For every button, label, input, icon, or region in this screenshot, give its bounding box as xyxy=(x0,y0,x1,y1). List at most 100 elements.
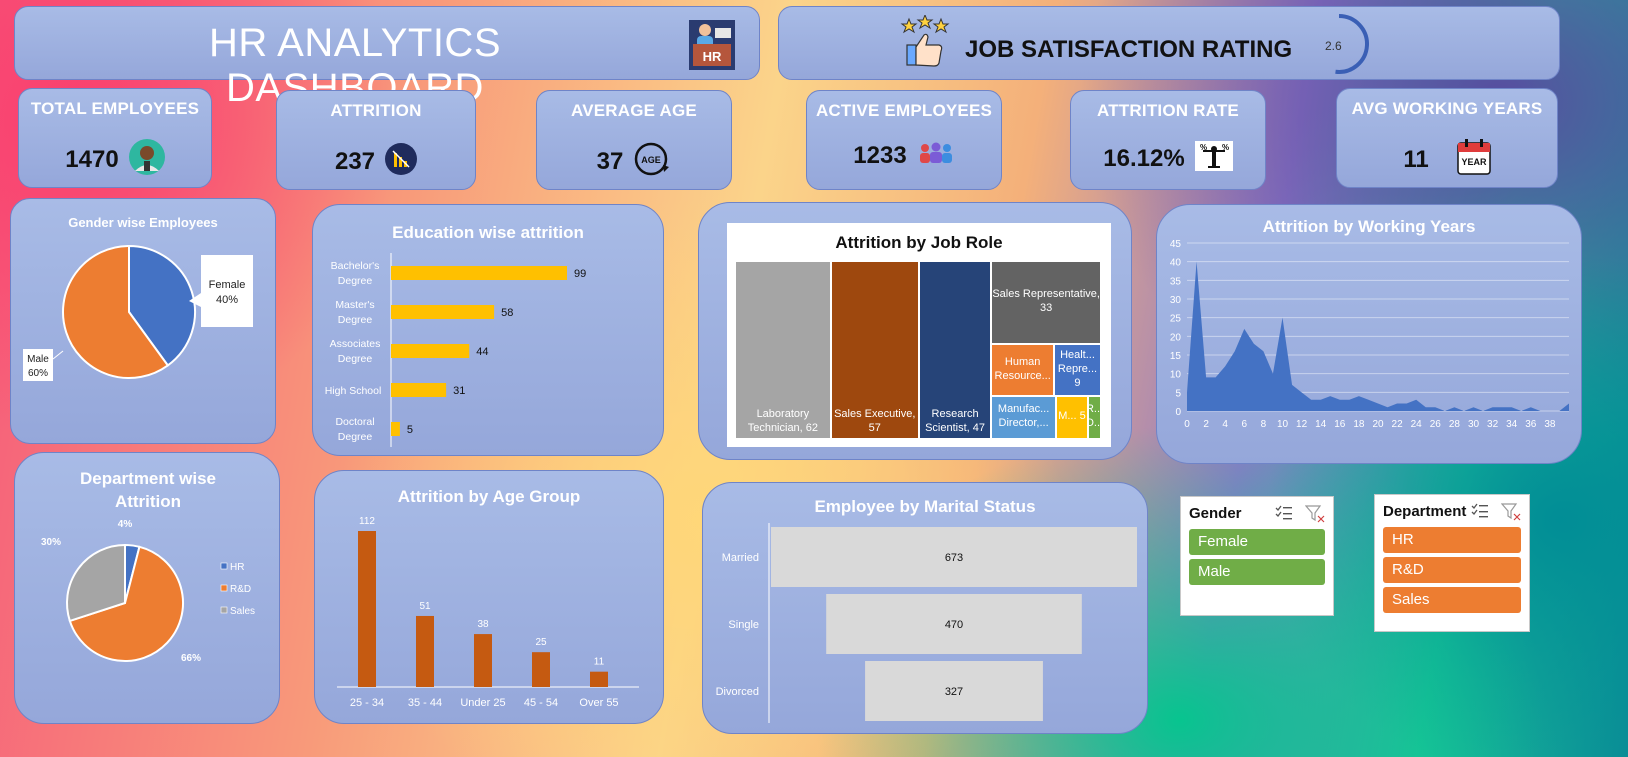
chart-title: Attrition by Job Role xyxy=(835,233,1003,252)
slice-label: Female xyxy=(209,279,246,291)
slicer-item-rnd[interactable]: R&D xyxy=(1383,557,1521,583)
kpi-title: ACTIVE EMPLOYEES xyxy=(815,101,993,120)
bar xyxy=(391,266,567,280)
treemap-panel: Attrition by Job Role Laboratory Technic… xyxy=(727,223,1111,447)
slicer-item-male[interactable]: Male xyxy=(1189,559,1325,585)
funnel-value-label: 470 xyxy=(945,619,963,631)
treemap-tile: R... D... xyxy=(1088,396,1101,439)
marital-funnel-chart: 673 Married 470 Single 327 Divorced xyxy=(716,523,1137,723)
x-tick-label: 36 xyxy=(1525,419,1537,430)
bar-value-label: 44 xyxy=(476,346,488,358)
workingyears-chart-card: Attrition by Working Years 0 5 10 15 20 25 30 3… xyxy=(1156,204,1582,464)
year-icon-label: YEAR xyxy=(1461,157,1487,167)
x-tick-label: 2 xyxy=(1203,419,1209,430)
y-tick-label: 25 xyxy=(1170,314,1182,325)
slicer-item-hr[interactable]: HR xyxy=(1383,527,1521,553)
jobrole-chart-card: Attrition by Job Role Laboratory Technic… xyxy=(698,202,1132,460)
slice-value: 60% xyxy=(28,368,48,379)
category-label: Degree xyxy=(338,314,373,326)
slicer-title: Department xyxy=(1383,503,1467,520)
slicer-item-female[interactable]: Female xyxy=(1189,529,1325,555)
category-label: High School xyxy=(325,385,382,397)
marital-chart-card: Employee by Marital Status 673 Married 470… xyxy=(702,482,1148,734)
kpi-value: 1233 xyxy=(853,141,907,169)
legend-swatch xyxy=(220,584,228,592)
callout-female: Female 40% xyxy=(189,255,253,327)
treemap-label: M... 5 xyxy=(1058,410,1086,423)
kpi-value: 1470 xyxy=(65,145,119,173)
column-bar xyxy=(532,652,550,687)
treemap-label: Human Resource... xyxy=(994,355,1051,382)
bar-value-label: 58 xyxy=(501,307,513,319)
category-label: Married xyxy=(722,552,759,564)
column-bar xyxy=(474,634,492,687)
category-label: 35 - 44 xyxy=(408,697,442,709)
bar xyxy=(391,305,495,319)
kpi-value: 11 xyxy=(1403,145,1429,173)
age-icon: AGE xyxy=(633,141,671,182)
x-tick-label: 8 xyxy=(1261,419,1267,430)
treemap-tile: Sales Representative, 33 xyxy=(991,261,1101,344)
kpi-avg-working-years: AVG WORKING YEARS 11 YEAR xyxy=(1336,88,1558,188)
multi-select-icon[interactable] xyxy=(1471,503,1489,524)
education-bar-chart: 99 Bachelor's Degree 58 Master's Degree 44 Asso… xyxy=(325,253,586,447)
x-tick-label: 18 xyxy=(1353,419,1365,430)
kpi-value: 37 xyxy=(596,147,624,175)
agegroup-chart-card: Attrition by Age Group 112 25 - 34 51 35 - … xyxy=(314,470,664,724)
age-icon-label: AGE xyxy=(642,155,662,165)
x-tick-label: 34 xyxy=(1506,419,1518,430)
category-label: Over 55 xyxy=(579,697,618,709)
calendar-year-icon: YEAR xyxy=(1456,139,1491,180)
hr-presenter-icon: HR xyxy=(689,20,735,70)
jobrole-treemap: Laboratory Technician, 62 Sales Executive… xyxy=(735,261,1101,439)
x-tick-label: 16 xyxy=(1334,419,1346,430)
slicer-title: Gender xyxy=(1189,505,1242,522)
category-label: 45 - 54 xyxy=(524,697,558,709)
column-value-label: 112 xyxy=(359,516,375,527)
slicer-item-sales[interactable]: Sales xyxy=(1383,587,1521,613)
treemap-tile: Manufac... Director,... xyxy=(991,396,1056,439)
multi-select-icon[interactable] xyxy=(1275,505,1293,526)
y-tick-label: 30 xyxy=(1170,295,1182,306)
gender-chart-card: Gender wise Employees Female 40% Male 60% xyxy=(10,198,276,444)
treemap-label: Laboratory Technician, 62 xyxy=(747,408,819,434)
column-bar xyxy=(358,531,376,687)
satisfaction-title: JOB SATISFACTION RATING xyxy=(965,36,1293,63)
funnel-value-label: 673 xyxy=(945,552,963,564)
title-banner: HR ANALYTICS DASHBOARD HR xyxy=(14,6,760,110)
column-bar xyxy=(416,615,434,687)
x-tick-label: 26 xyxy=(1430,419,1442,430)
treemap-tile: Human Resource... xyxy=(991,343,1054,397)
x-tick-label: 14 xyxy=(1315,419,1327,430)
slice-value: 40% xyxy=(216,294,238,306)
kpi-value: 237 xyxy=(334,147,376,175)
slice-percent-label: 66% xyxy=(181,653,201,664)
gender-slicer: Gender Female Male xyxy=(1180,496,1334,616)
slice-percent-label: 4% xyxy=(118,519,133,530)
category-label: Degree xyxy=(338,275,373,287)
kpi-title: AVG WORKING YEARS xyxy=(1351,99,1543,118)
x-tick-label: 24 xyxy=(1411,419,1423,430)
clear-filter-icon[interactable] xyxy=(1304,505,1325,528)
x-tick-label: 4 xyxy=(1222,419,1228,430)
y-tick-label: 40 xyxy=(1170,258,1182,269)
column-bar xyxy=(590,671,608,687)
bar-value-label: 5 xyxy=(407,424,413,436)
bar xyxy=(391,344,470,358)
clear-filter-icon[interactable] xyxy=(1500,503,1521,526)
employee-avatar-icon xyxy=(128,139,165,180)
y-tick-label: 20 xyxy=(1170,332,1182,343)
x-tick-label: 0 xyxy=(1184,419,1190,430)
people-group-icon xyxy=(917,141,955,170)
department-slicer: Department HR R&D Sales xyxy=(1374,494,1530,632)
callout-male: Male 60% xyxy=(23,349,53,381)
treemap-label: Research Scientist, 47 xyxy=(925,408,986,434)
education-chart-card: Education wise attrition 99 Bachelor's Deg… xyxy=(312,204,664,456)
x-tick-label: 12 xyxy=(1296,419,1308,430)
x-tick-label: 10 xyxy=(1277,419,1289,430)
x-tick-label: 6 xyxy=(1242,419,1248,430)
treemap-label: R... D... xyxy=(1089,403,1101,430)
x-tick-label: 32 xyxy=(1487,419,1499,430)
bar xyxy=(391,422,400,436)
slice-label: Male xyxy=(27,354,49,365)
